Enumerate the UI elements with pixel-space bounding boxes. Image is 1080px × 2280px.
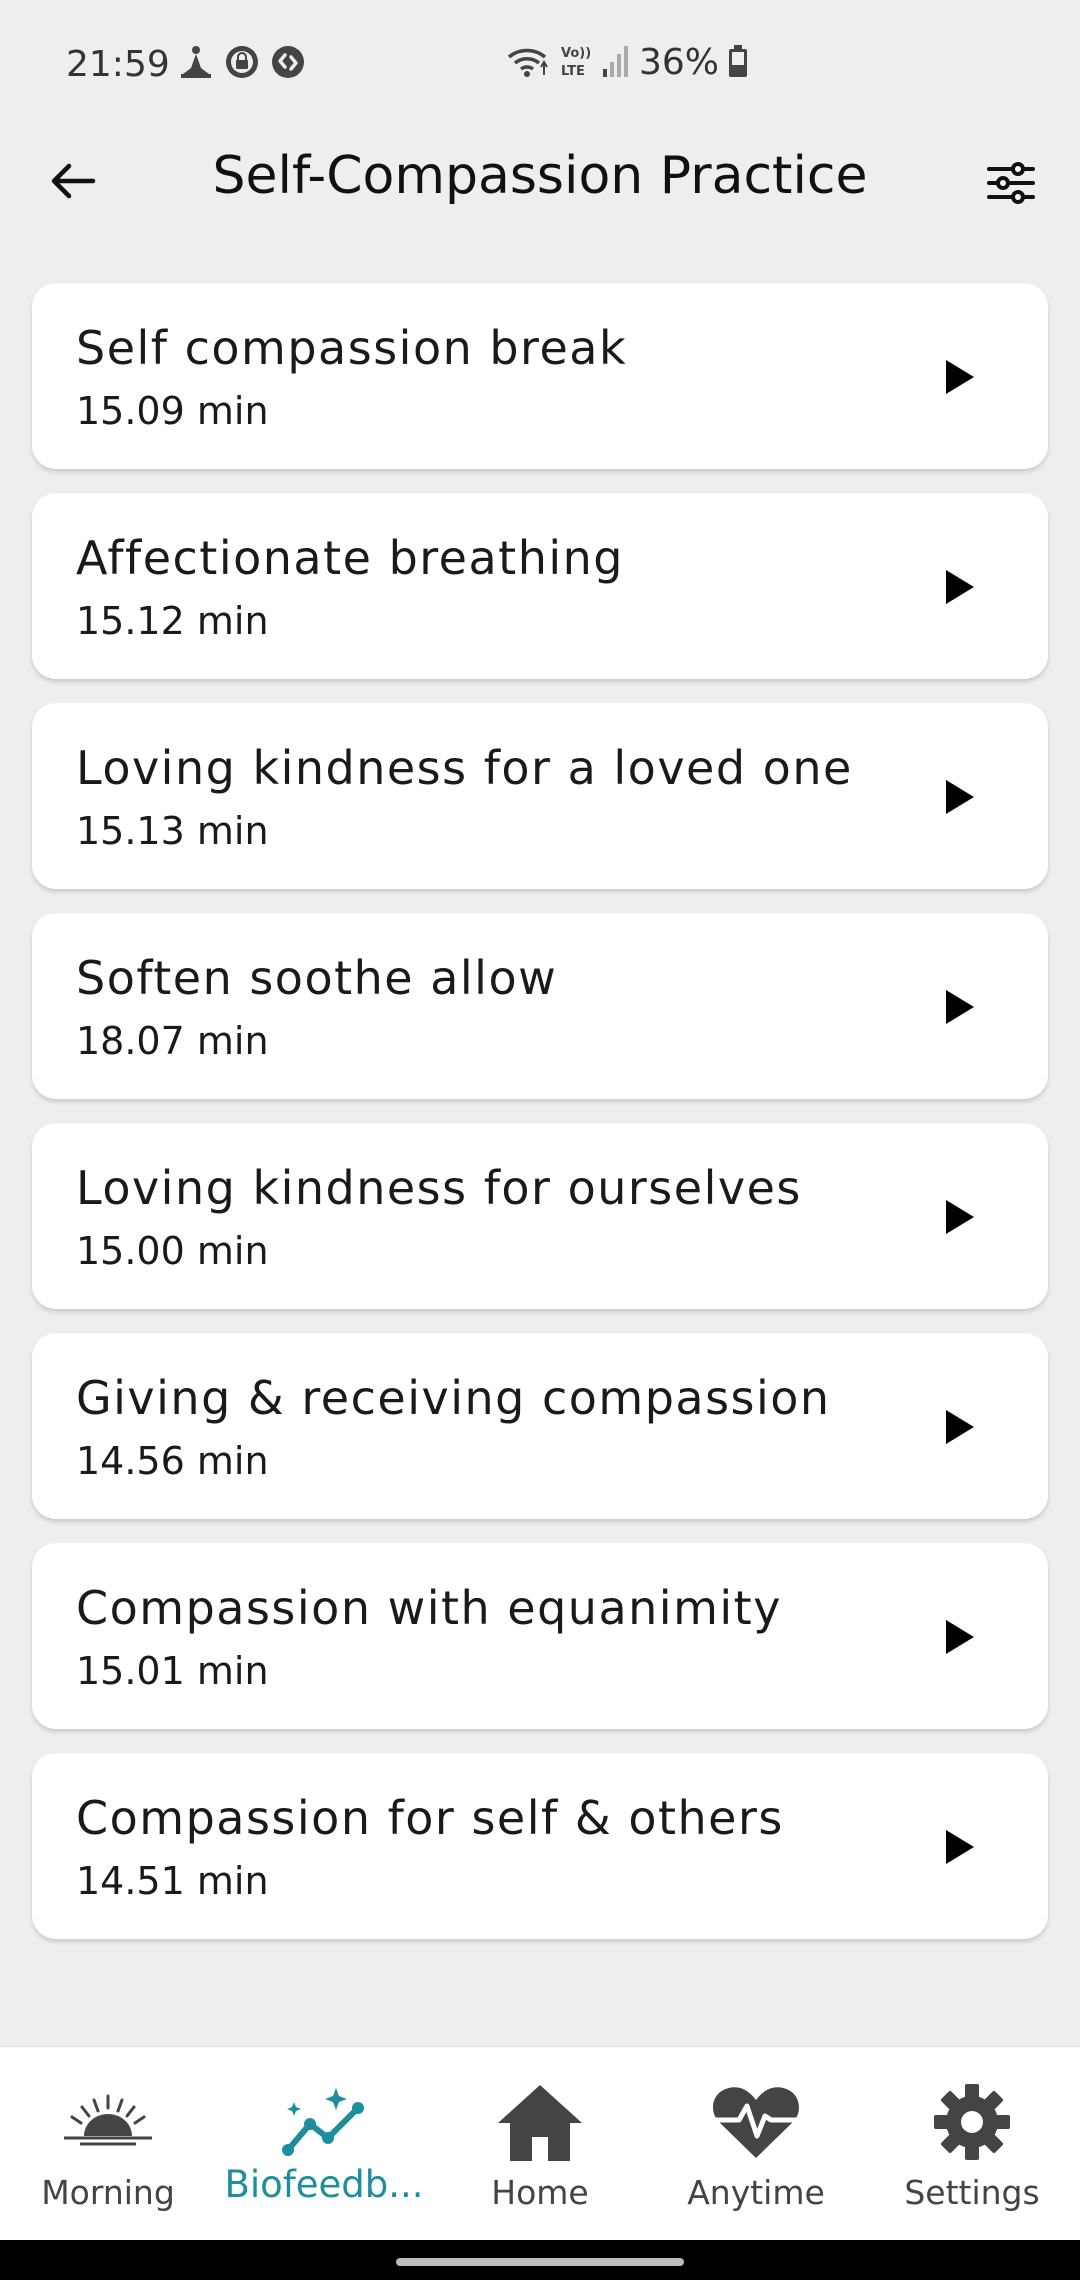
status-system-icons: Vo)) LTE 36% xyxy=(505,42,749,83)
track-card[interactable]: Soften soothe allow 18.07 min xyxy=(32,913,1048,1099)
battery-icon xyxy=(727,43,749,83)
track-title: Giving & receiving compassion xyxy=(76,1371,831,1425)
track-card[interactable]: Self compassion break 15.09 min xyxy=(32,283,1048,469)
play-button[interactable] xyxy=(934,1609,986,1665)
track-title: Compassion for self & others xyxy=(76,1791,784,1845)
svg-text:LTE: LTE xyxy=(561,64,585,79)
play-button[interactable] xyxy=(934,1819,986,1875)
track-card[interactable]: Affectionate breathing 15.12 min xyxy=(32,493,1048,679)
sparkle-trend-icon xyxy=(274,2077,374,2167)
shazam-icon xyxy=(270,44,306,80)
nav-item-settings[interactable]: Settings xyxy=(864,2047,1080,2241)
bottom-nav: Morning Biofeedb... Home Anytime Setting… xyxy=(0,2046,1080,2241)
status-notification-icons xyxy=(178,44,306,80)
meditation-notification-icon xyxy=(178,44,214,80)
battery-percent: 36% xyxy=(639,42,720,83)
signal-icon xyxy=(601,43,631,83)
play-icon xyxy=(946,1830,974,1864)
track-duration: 14.51 min xyxy=(76,1859,269,1903)
sliders-icon xyxy=(986,160,1036,210)
track-duration: 18.07 min xyxy=(76,1019,269,1063)
volte-icon: Vo)) LTE xyxy=(559,43,593,83)
track-card[interactable]: Loving kindness for ourselves 15.00 min xyxy=(32,1123,1048,1309)
track-card[interactable]: Loving kindness for a loved one 15.13 mi… xyxy=(32,703,1048,889)
track-duration: 14.56 min xyxy=(76,1439,269,1483)
gesture-bar xyxy=(0,2240,1080,2280)
status-time: 21:59 xyxy=(66,44,170,85)
home-gesture-handle[interactable] xyxy=(396,2258,684,2266)
play-button[interactable] xyxy=(934,1189,986,1245)
track-title: Compassion with equanimity xyxy=(76,1581,782,1635)
track-title: Soften soothe allow xyxy=(76,951,558,1005)
play-icon xyxy=(946,570,974,604)
vpn-lock-icon xyxy=(224,44,260,80)
heartbeat-icon xyxy=(706,2077,806,2167)
track-duration: 15.09 min xyxy=(76,389,269,433)
play-button[interactable] xyxy=(934,349,986,405)
gear-icon xyxy=(922,2077,1022,2167)
filter-button[interactable] xyxy=(978,152,1044,218)
play-icon xyxy=(946,780,974,814)
track-title: Self compassion break xyxy=(76,321,628,375)
nav-label: Anytime xyxy=(687,2173,825,2212)
back-button[interactable] xyxy=(40,150,106,216)
sunrise-icon xyxy=(58,2077,158,2167)
track-title: Loving kindness for ourselves xyxy=(76,1161,802,1215)
play-icon xyxy=(946,990,974,1024)
nav-label: Home xyxy=(491,2173,589,2212)
track-duration: 15.12 min xyxy=(76,599,269,643)
play-icon xyxy=(946,360,974,394)
track-list: Self compassion break 15.09 min Affectio… xyxy=(32,283,1048,1963)
play-button[interactable] xyxy=(934,559,986,615)
track-title: Loving kindness for a loved one xyxy=(76,741,853,795)
track-duration: 15.01 min xyxy=(76,1649,269,1693)
track-duration: 15.00 min xyxy=(76,1229,269,1273)
play-button[interactable] xyxy=(934,769,986,825)
app-bar: Self-Compassion Practice xyxy=(0,130,1080,230)
status-bar: 21:59 Vo)) LTE 36% xyxy=(0,0,1080,130)
nav-item-morning[interactable]: Morning xyxy=(0,2047,216,2241)
arrow-left-icon xyxy=(49,161,97,205)
nav-label: Settings xyxy=(904,2173,1040,2212)
track-duration: 15.13 min xyxy=(76,809,269,853)
wifi-icon xyxy=(505,43,551,83)
track-title: Affectionate breathing xyxy=(76,531,624,585)
play-icon xyxy=(946,1620,974,1654)
nav-item-biofeedback[interactable]: Biofeedb... xyxy=(216,2047,432,2241)
track-card[interactable]: Compassion with equanimity 15.01 min xyxy=(32,1543,1048,1729)
play-icon xyxy=(946,1410,974,1444)
nav-label: Morning xyxy=(41,2173,175,2212)
play-button[interactable] xyxy=(934,979,986,1035)
svg-text:Vo)): Vo)) xyxy=(561,46,591,61)
page-title: Self-Compassion Practice xyxy=(212,146,868,206)
nav-item-anytime[interactable]: Anytime xyxy=(648,2047,864,2241)
nav-label: Biofeedb... xyxy=(224,2163,424,2206)
play-icon xyxy=(946,1200,974,1234)
play-button[interactable] xyxy=(934,1399,986,1455)
track-card[interactable]: Compassion for self & others 14.51 min xyxy=(32,1753,1048,1939)
home-icon xyxy=(490,2077,590,2167)
nav-item-home[interactable]: Home xyxy=(432,2047,648,2241)
track-card[interactable]: Giving & receiving compassion 14.56 min xyxy=(32,1333,1048,1519)
